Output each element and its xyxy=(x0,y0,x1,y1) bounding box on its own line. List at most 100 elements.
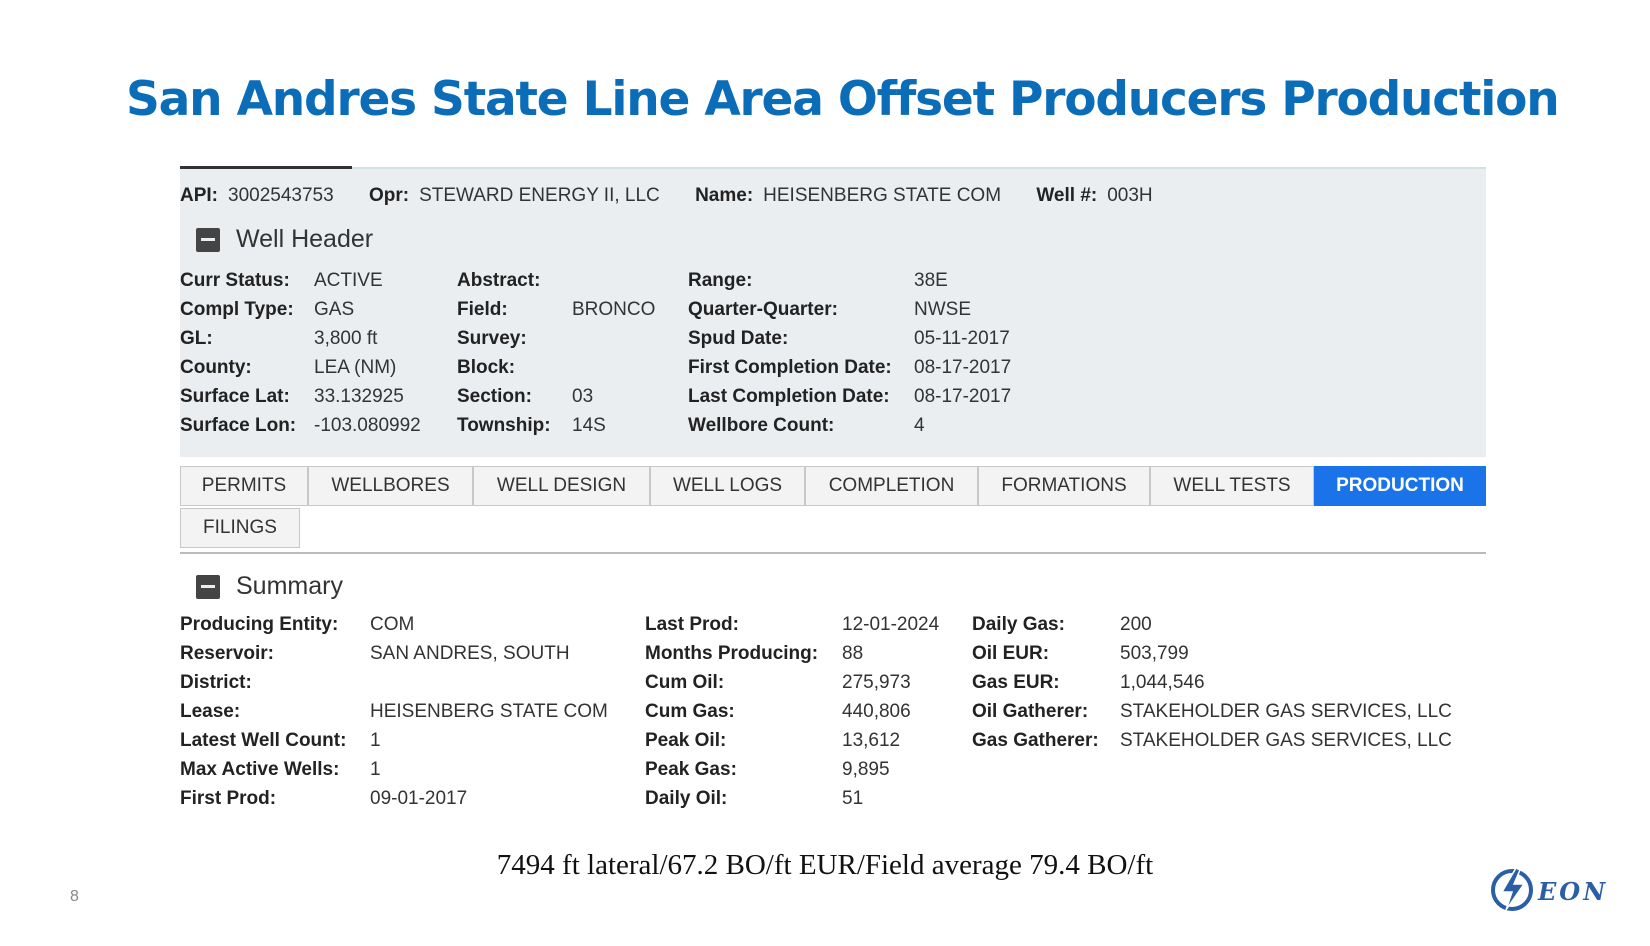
field-label: District: xyxy=(180,672,252,693)
page-number: 8 xyxy=(70,888,79,905)
tab-well-design[interactable]: WELL DESIGN xyxy=(473,466,650,506)
field-label: Oil Gatherer: xyxy=(972,701,1089,722)
field-value: STAKEHOLDER GAS SERVICES, LLC xyxy=(1120,730,1452,751)
field-value: 1 xyxy=(370,730,381,751)
field-value: 33.132925 xyxy=(314,386,404,407)
operator-label: Opr: xyxy=(368,185,410,206)
field-label: Field: xyxy=(457,299,508,320)
tab-permits[interactable]: PERMITS xyxy=(180,466,308,506)
logo-text: EON xyxy=(1538,877,1609,906)
field-value: 08-17-2017 xyxy=(914,357,1012,378)
tab-wellbores[interactable]: WELLBORES xyxy=(308,466,473,506)
well-header-panel: API: 3002543753 Opr: STEWARD ENERGY II, LL… xyxy=(180,166,1486,457)
field-label: Wellbore Count: xyxy=(688,415,835,436)
field-label: Survey: xyxy=(457,328,527,349)
api-value: 3002543753 xyxy=(228,185,334,206)
field-value: BRONCO xyxy=(572,299,656,320)
well-number-value: 003H xyxy=(1107,185,1153,206)
field-value: 88 xyxy=(842,643,864,664)
tab-production[interactable]: PRODUCTION xyxy=(1314,466,1486,506)
well-header-grid: Curr Status: ACTIVE Compl Type: GAS GL: … xyxy=(180,270,1486,450)
field-label: Curr Status: xyxy=(180,270,290,291)
field-label: Compl Type: xyxy=(180,299,294,320)
field-label: GL: xyxy=(180,328,213,349)
field-label: Reservoir: xyxy=(180,643,274,664)
lightning-globe-icon xyxy=(1490,866,1534,917)
field-label: Gas EUR: xyxy=(972,672,1060,693)
field-value: STAKEHOLDER GAS SERVICES, LLC xyxy=(1120,701,1452,722)
well-number-label: Well #: xyxy=(1036,185,1098,206)
field-value: 503,799 xyxy=(1120,643,1189,664)
field-value: GAS xyxy=(314,299,355,320)
field-label: Range: xyxy=(688,270,753,291)
collapse-icon xyxy=(196,574,220,599)
field-value: COM xyxy=(370,614,415,635)
field-label: Township: xyxy=(457,415,551,436)
field-value: 09-01-2017 xyxy=(370,788,468,809)
company-logo: EON xyxy=(1490,866,1608,917)
api-label: API: xyxy=(180,185,218,206)
slide-title: San Andres State Line Area Offset Produc… xyxy=(126,72,1560,127)
well-name-label: Name: xyxy=(695,185,754,206)
field-label: Peak Oil: xyxy=(645,730,727,751)
field-value: SAN ANDRES, SOUTH xyxy=(370,643,570,664)
field-label: Max Active Wells: xyxy=(180,759,340,780)
tab-well-tests[interactable]: WELL TESTS xyxy=(1150,466,1314,506)
slide-caption: 7494 ft lateral/67.2 BO/ft EUR/Field ave… xyxy=(496,849,1154,881)
field-value: 440,806 xyxy=(842,701,911,722)
field-value: 14S xyxy=(572,415,606,436)
field-label: Section: xyxy=(457,386,532,407)
field-label: Gas Gatherer: xyxy=(972,730,1099,751)
field-value: 05-11-2017 xyxy=(914,328,1010,349)
field-value: 275,973 xyxy=(842,672,911,693)
field-label: Surface Lat: xyxy=(180,386,290,407)
well-header-title: Well Header xyxy=(236,225,374,253)
field-label: Oil EUR: xyxy=(972,643,1050,664)
field-value: 51 xyxy=(842,788,864,809)
well-header-toggle[interactable]: Well Header xyxy=(196,225,373,254)
operator-value: STEWARD ENERGY II, LLC xyxy=(419,185,660,206)
field-label: Surface Lon: xyxy=(180,415,297,436)
panel-accent-line xyxy=(180,166,352,169)
tab-completion[interactable]: COMPLETION xyxy=(805,466,978,506)
field-value: 4 xyxy=(914,415,925,436)
field-label: Spud Date: xyxy=(688,328,789,349)
field-label: Daily Oil: xyxy=(645,788,728,809)
well-name-value: HEISENBERG STATE COM xyxy=(763,185,1002,206)
well-id-row: API: 3002543753 Opr: STEWARD ENERGY II, LL… xyxy=(180,185,1183,207)
field-label: First Prod: xyxy=(180,788,277,809)
field-label: Last Completion Date: xyxy=(688,386,890,407)
summary-title: Summary xyxy=(236,572,343,600)
field-label: Quarter-Quarter: xyxy=(688,299,838,320)
field-value: NWSE xyxy=(914,299,971,320)
field-value: 13,612 xyxy=(842,730,901,751)
field-label: County: xyxy=(180,357,252,378)
field-value: 03 xyxy=(572,386,594,407)
field-value: 3,800 ft xyxy=(314,328,378,349)
field-value: LEA (NM) xyxy=(314,357,397,378)
field-label: Peak Gas: xyxy=(645,759,737,780)
field-value: 9,895 xyxy=(842,759,890,780)
tab-formations[interactable]: FORMATIONS xyxy=(978,466,1150,506)
field-value: 200 xyxy=(1120,614,1152,635)
tab-filings[interactable]: FILINGS xyxy=(180,508,300,548)
field-value: 12-01-2024 xyxy=(842,614,940,635)
collapse-icon xyxy=(196,227,220,252)
field-label: Latest Well Count: xyxy=(180,730,347,751)
field-label: Months Producing: xyxy=(645,643,819,664)
field-value: 08-17-2017 xyxy=(914,386,1012,407)
field-label: Cum Oil: xyxy=(645,672,725,693)
well-tabs: PERMITS WELLBORES WELL DESIGN WELL LOGS … xyxy=(180,466,1486,554)
field-value: ACTIVE xyxy=(314,270,383,291)
field-value: 38E xyxy=(914,270,948,291)
summary-grid: Producing Entity: COM Reservoir: SAN AND… xyxy=(180,614,1486,814)
field-value: 1,044,546 xyxy=(1120,672,1205,693)
field-label: Cum Gas: xyxy=(645,701,735,722)
summary-section: Summary Producing Entity: COM Reservoir:… xyxy=(180,560,1486,820)
tab-well-logs[interactable]: WELL LOGS xyxy=(650,466,805,506)
field-label: Daily Gas: xyxy=(972,614,1065,635)
field-value: HEISENBERG STATE COM xyxy=(370,701,608,722)
field-value: -103.080992 xyxy=(314,415,421,436)
summary-toggle[interactable]: Summary xyxy=(196,572,343,601)
field-label: Last Prod: xyxy=(645,614,739,635)
